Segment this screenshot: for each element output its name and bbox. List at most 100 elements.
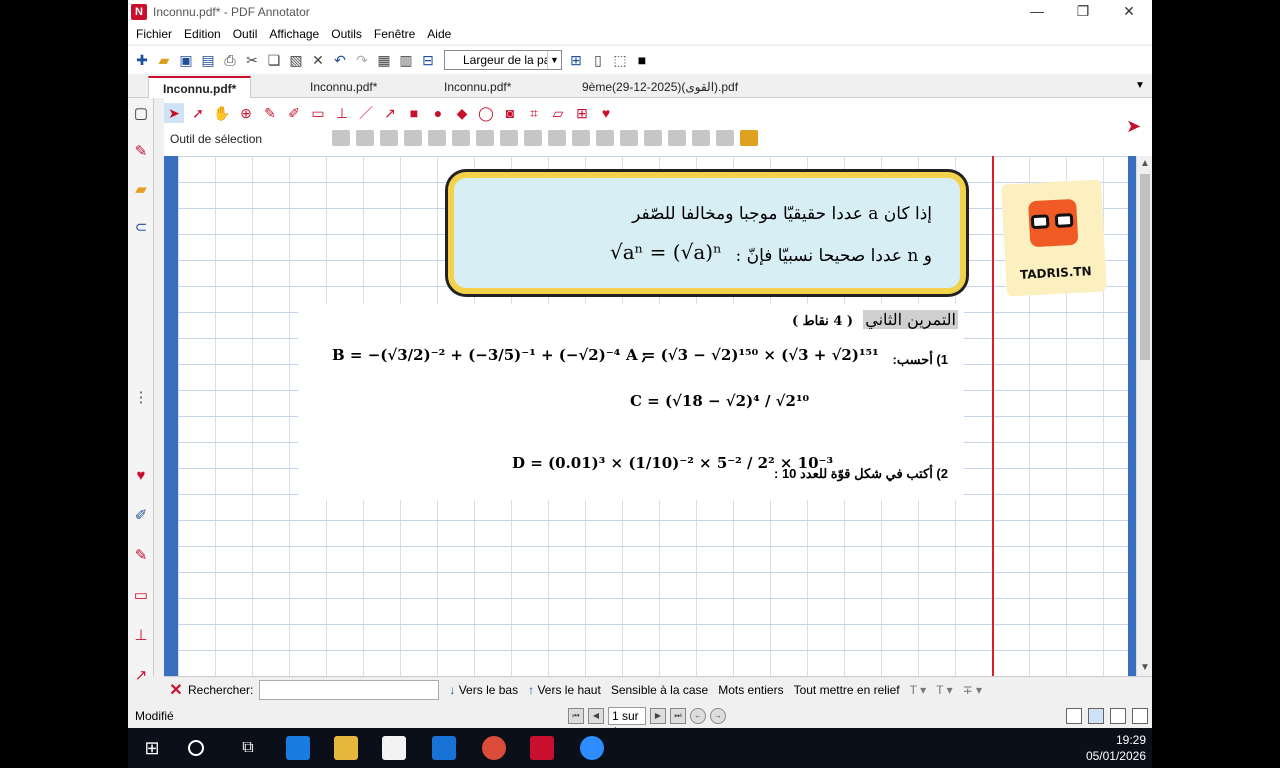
save-icon[interactable]: ▣ [176,50,196,70]
crop-tool-icon[interactable]: ⌗ [524,103,544,123]
copy-icon[interactable]: ❏ [264,50,284,70]
text-tool-icon[interactable]: ▭ [308,103,328,123]
distribute-v-icon[interactable] [596,130,614,146]
zoom-out-icon[interactable]: ⊟ [418,50,438,70]
rotate-icon[interactable] [620,130,638,146]
maximize-button[interactable]: ❐ [1060,0,1106,24]
strikeout-icon[interactable]: ∓ ▾ [963,683,982,697]
drag-handle-icon[interactable]: ⋮ [131,388,151,408]
prev-page-icon[interactable]: ◀ [588,708,604,724]
page-indicator[interactable]: 1 sur 1 [608,707,646,728]
search-icon[interactable] [188,740,204,756]
fit-width-icon[interactable]: ⬚ [610,50,630,70]
first-page-icon[interactable]: ⏮ [568,708,584,724]
delete-icon[interactable]: ✕ [308,50,328,70]
arrow-tool-icon[interactable]: ↗ [380,103,400,123]
flip-v-icon[interactable] [668,130,686,146]
new-document-icon[interactable]: ✚ [132,50,152,70]
text-format-icon[interactable]: T ▾ [910,683,926,697]
menu-fenetre[interactable]: Fenêtre [374,27,415,41]
minimize-button[interactable]: — [1014,0,1060,24]
close-button[interactable]: ✕ [1106,0,1152,24]
insert-image-icon[interactable]: ⊞ [572,103,592,123]
paperclip-icon[interactable]: ⊂ [131,218,151,238]
undo-icon[interactable]: ↶ [330,50,350,70]
arrow-icon[interactable]: ↗ [131,666,151,686]
cut-icon[interactable]: ✂ [242,50,262,70]
fullscreen-icon[interactable]: ■ [632,50,652,70]
history-forward-icon[interactable]: → [710,708,726,724]
pen-tool-icon[interactable]: ✎ [260,103,280,123]
tab-inconnu-1[interactable]: Inconnu.pdf* [148,76,252,98]
last-page-icon[interactable]: ⏭ [670,708,686,724]
ungroup-icon[interactable] [356,130,374,146]
menu-edition[interactable]: Edition [184,27,221,41]
align-right-icon[interactable] [476,130,494,146]
camera-tool-icon[interactable]: ◙ [500,103,520,123]
lock-icon[interactable] [380,130,398,146]
menu-fichier[interactable]: Fichier [136,27,172,41]
two-page-mode-icon[interactable] [1110,708,1126,724]
next-page-icon[interactable]: ▶ [650,708,666,724]
blank-page-icon[interactable]: ▢ [131,104,151,124]
find-down-button[interactable]: ↓ Vers le bas [449,683,518,697]
edge-icon[interactable] [286,736,310,760]
menu-outil[interactable]: Outil [233,27,258,41]
stamp-tool-icon[interactable]: ⊥ [332,103,352,123]
pen-icon[interactable]: ✎ [131,142,151,162]
paste-icon[interactable]: ▧ [286,50,306,70]
favorite-heart-icon[interactable]: ♥ [596,103,616,123]
tab-list-chevron-icon[interactable]: ▼ [1132,78,1148,94]
tab-inconnu-2[interactable]: Inconnu.pdf* [296,76,391,98]
document-viewer[interactable]: إذا كان a عددا حقيقيّا موجبا ومخالفا للص… [164,156,1136,676]
flip-h-icon[interactable] [644,130,662,146]
group-icon[interactable] [332,130,350,146]
two-page-continuous-icon[interactable] [1132,708,1148,724]
folder-icon[interactable]: ▰ [131,180,151,200]
start-icon[interactable]: ⊞ [140,736,164,760]
align-left-icon[interactable] [428,130,446,146]
system-clock[interactable]: 19:29 05/01/2026 [1086,732,1146,764]
menu-outils[interactable]: Outils [331,27,362,41]
underline-icon[interactable]: T ▾ [936,683,952,697]
scroll-down-icon[interactable]: ▼ [1137,660,1152,676]
lasso-tool-icon[interactable]: ◯ [476,103,496,123]
scroll-up-icon[interactable]: ▲ [1137,156,1152,172]
file-explorer-icon[interactable] [334,736,358,760]
pdf-annotator-taskbar-icon[interactable] [530,736,554,760]
vertical-scrollbar[interactable]: ▲ ▼ [1136,156,1152,676]
align-top-icon[interactable] [524,130,542,146]
print-icon[interactable]: ⎙ [220,50,240,70]
properties-icon[interactable] [740,130,758,146]
page-options-icon[interactable]: ▥ [396,50,416,70]
heart-icon[interactable]: ♥ [131,466,151,486]
distribute-h-icon[interactable] [500,130,518,146]
tab-9eme-puissances[interactable]: 9ème(29-12-2025)(القوى).pdf [568,76,752,98]
highlighter-icon[interactable]: ✎ [131,546,151,566]
single-page-view-icon[interactable]: ▯ [588,50,608,70]
align-bottom-icon[interactable] [572,130,590,146]
unlock-icon[interactable] [404,130,422,146]
ellipse-tool-icon[interactable]: ● [428,103,448,123]
text-box-icon[interactable]: ▭ [131,586,151,606]
continuous-mode-icon[interactable] [1088,708,1104,724]
menu-aide[interactable]: Aide [427,27,451,41]
highlighter-tool-icon[interactable]: ✐ [284,103,304,123]
hand-icon[interactable]: ✋ [212,103,232,123]
mail-icon[interactable] [432,736,456,760]
tab-inconnu-3[interactable]: Inconnu.pdf* [430,76,525,98]
text-select-icon[interactable]: ➚ [188,103,208,123]
zoom-tool-icon[interactable]: ⊕ [236,103,256,123]
find-up-button[interactable]: ↑ Vers le haut [528,683,601,697]
save-as-icon[interactable]: ▤ [198,50,218,70]
redo-icon[interactable]: ↷ [352,50,372,70]
chrome-icon[interactable] [482,736,506,760]
search-input[interactable] [259,679,440,700]
close-find-icon[interactable]: ✕ [164,680,188,700]
rectangle-tool-icon[interactable]: ■ [404,103,424,123]
scroll-thumb[interactable] [1140,174,1150,360]
store-icon[interactable] [382,736,406,760]
task-view-icon[interactable]: ⧉ [236,736,260,760]
insert-page-icon[interactable]: ▦ [374,50,394,70]
send-back-icon[interactable] [716,130,734,146]
